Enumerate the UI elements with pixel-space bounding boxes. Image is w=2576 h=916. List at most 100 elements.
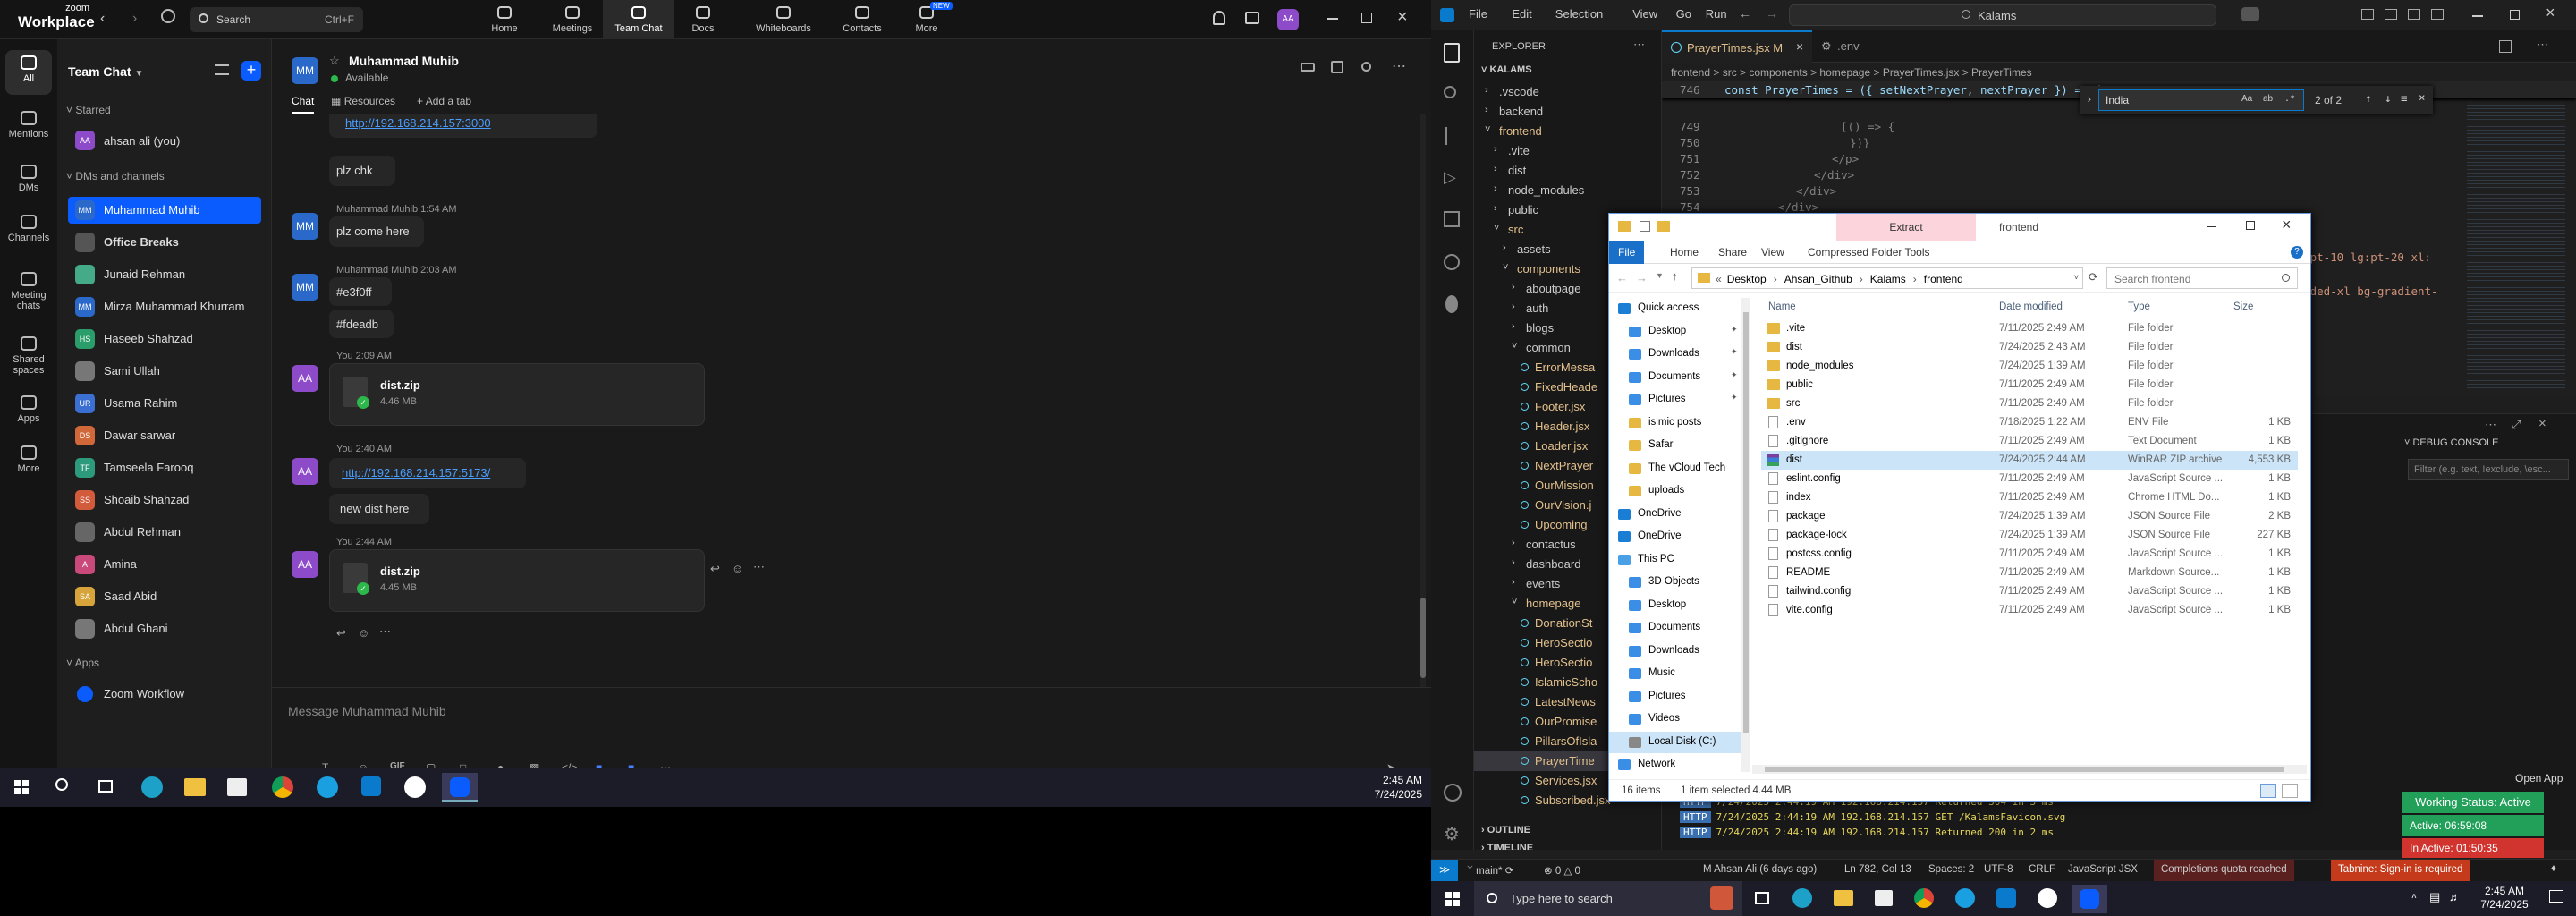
file-row[interactable]: node_modules 7/24/2025 1:39 AM File folder	[1761, 357, 2298, 376]
branch-status[interactable]: ᛉ main* ⟳	[1467, 864, 1513, 877]
explorer-icon[interactable]	[1444, 43, 1460, 63]
file-row[interactable]: src 7/11/2025 2:49 AM File folder	[1761, 394, 2298, 413]
reply-icon[interactable]: ↩	[336, 626, 346, 640]
link-text[interactable]: http://192.168.214.157:5173/	[342, 466, 490, 479]
menu-selection[interactable]: Selection	[1555, 7, 1603, 21]
more-icon[interactable]: ⋯	[379, 624, 391, 639]
rail-dms[interactable]: DMs	[5, 159, 52, 204]
nav-more[interactable]: More NEW	[891, 0, 962, 39]
account-icon[interactable]	[1444, 784, 1462, 802]
find-input[interactable]	[2098, 89, 2304, 111]
regex-icon[interactable]: .*	[2284, 94, 2295, 104]
file-row[interactable]: tailwind.config 7/11/2025 2:49 AM JavaScri…	[1761, 582, 2298, 601]
search-box[interactable]: Search Ctrl+F	[190, 7, 363, 32]
nav-item[interactable]: uploads	[1609, 480, 1741, 502]
link-text[interactable]: http://192.168.214.157:3000	[345, 116, 491, 130]
help-icon[interactable]: ?	[2291, 246, 2303, 259]
sidebar-title[interactable]: Team Chat ▼	[68, 64, 143, 79]
back-icon[interactable]: ←	[1616, 271, 1628, 284]
nav-item[interactable]: OneDrive	[1609, 526, 1741, 547]
close-icon[interactable]: ×	[2546, 4, 2555, 22]
tree-item[interactable]: › .vite	[1474, 141, 1661, 161]
windows-start-icon[interactable]	[1445, 892, 1460, 906]
match-case-icon[interactable]: Aa	[2241, 94, 2252, 104]
store-icon[interactable]	[227, 778, 247, 796]
fe-search-box[interactable]: Search frontend	[2106, 267, 2298, 289]
leaf-icon[interactable]	[1445, 295, 1458, 313]
clock[interactable]: 2:45 AM 7/24/2025	[1342, 773, 1422, 802]
nav-item[interactable]: Pictures	[1609, 686, 1741, 708]
search-chat-icon[interactable]	[1361, 62, 1371, 72]
tabnine-status[interactable]: Tabnine: Sign-in is required	[2331, 860, 2470, 882]
address-dropdown-icon[interactable]: ˅	[2074, 273, 2079, 282]
maximize-icon[interactable]	[1361, 13, 1372, 23]
rail-shared-spaces[interactable]: Shared spaces	[5, 331, 52, 383]
file-row[interactable]: public 7/11/2025 2:49 AM File folder	[1761, 376, 2298, 394]
taskbar-search[interactable]: Type here to search	[1474, 881, 1742, 916]
contact-item[interactable]: SS Shoaib Shahzad	[75, 487, 261, 513]
profile-avatar[interactable]: AA	[1277, 9, 1299, 30]
tab-env[interactable]: ⚙ .env	[1812, 30, 1902, 63]
app-icon[interactable]	[404, 776, 426, 798]
more-icon[interactable]: ⋯	[753, 560, 765, 574]
task-view-icon[interactable]	[98, 780, 113, 793]
nav-scrollbar[interactable]	[1741, 298, 1750, 772]
whole-word-icon[interactable]: ab	[2263, 94, 2273, 104]
nav-item[interactable]: Documents	[1609, 617, 1741, 639]
menu-file[interactable]: File	[1469, 7, 1487, 21]
more-options-icon[interactable]: ⋯	[1392, 57, 1406, 75]
file-row[interactable]: README 7/11/2025 2:49 AM Markdown Source..…	[1761, 564, 2298, 582]
contact-item[interactable]: Abdul Rehman	[75, 519, 261, 546]
nav-forward-icon[interactable]: →	[1766, 6, 1778, 21]
more-icon[interactable]: ⋯	[1633, 38, 1645, 52]
nav-item[interactable]: 3D Objects	[1609, 572, 1741, 593]
col-size[interactable]: Size	[2233, 301, 2253, 312]
panel-maximize-icon[interactable]: ⤢	[2512, 418, 2521, 432]
chrome-icon[interactable]	[272, 776, 293, 798]
section-starred[interactable]: ˅ Starred	[66, 104, 111, 116]
file-attachment[interactable]: ✓ dist.zip 4.45 MB	[329, 549, 705, 612]
file-explorer-icon[interactable]	[1834, 890, 1853, 906]
tree-item[interactable]: › .vscode	[1474, 82, 1661, 102]
vscode-icon[interactable]	[361, 776, 381, 796]
split-editor-icon[interactable]	[2499, 40, 2512, 53]
nav-item[interactable]: Documents ✦	[1609, 367, 1741, 388]
find-menu-icon[interactable]: ≡	[2401, 91, 2408, 105]
notification-icon[interactable]: ♦	[2551, 863, 2556, 874]
nav-item[interactable]: Desktop	[1609, 595, 1741, 616]
ribbon-tab-compressed-folder-tools[interactable]: Compressed Folder Tools	[1799, 241, 1939, 264]
nav-item[interactable]: Downloads ✦	[1609, 344, 1741, 365]
path-segment[interactable]: Ahsan_Github	[1784, 273, 1852, 285]
contact-item[interactable]: DS Dawar sarwar	[75, 422, 261, 449]
expand-replace-icon[interactable]: ›	[2086, 92, 2093, 106]
nav-docs[interactable]: Docs	[667, 0, 739, 39]
layout-icon[interactable]	[2431, 9, 2444, 20]
vpn-icon[interactable]	[1955, 888, 1975, 908]
forward-icon[interactable]: →	[1636, 271, 1648, 284]
task-view-icon[interactable]	[1755, 892, 1769, 904]
extensions-icon[interactable]	[1444, 211, 1460, 227]
panel-icon[interactable]	[1331, 61, 1343, 73]
nav-team-chat[interactable]: Team Chat	[603, 0, 674, 39]
maximize-icon[interactable]	[2510, 10, 2520, 20]
file-row[interactable]: eslint.config 7/11/2025 2:49 AM JavaScript…	[1761, 470, 2298, 488]
path-segment[interactable]: Desktop	[1727, 273, 1767, 285]
qat-newfolder-icon[interactable]	[1657, 221, 1670, 232]
contact-item[interactable]: A Amina	[75, 551, 261, 578]
ribbon-tab-home[interactable]: Home	[1661, 241, 1707, 264]
store-icon[interactable]	[1875, 890, 1893, 906]
file-explorer-icon[interactable]	[184, 778, 206, 796]
file-row[interactable]: .env 7/18/2025 1:22 AM ENV File 1 KB	[1761, 413, 2298, 432]
recent-icon[interactable]: ▼	[1656, 271, 1664, 280]
cursor-position[interactable]: Ln 782, Col 13	[1844, 864, 1911, 875]
zoom-taskbar-icon[interactable]	[442, 773, 478, 802]
minimize-icon[interactable]	[2472, 15, 2483, 17]
layout-icon[interactable]	[2385, 9, 2397, 20]
tree-item[interactable]: ˅ frontend	[1474, 122, 1661, 141]
rail-apps[interactable]: Apps	[5, 390, 52, 435]
close-tab-icon[interactable]: ×	[1796, 39, 1803, 54]
copilot-icon[interactable]	[2241, 7, 2259, 21]
next-match-icon[interactable]: ↓	[2385, 91, 2392, 105]
run-debug-icon[interactable]: ▷	[1444, 168, 1456, 187]
video-icon[interactable]	[1301, 63, 1315, 72]
